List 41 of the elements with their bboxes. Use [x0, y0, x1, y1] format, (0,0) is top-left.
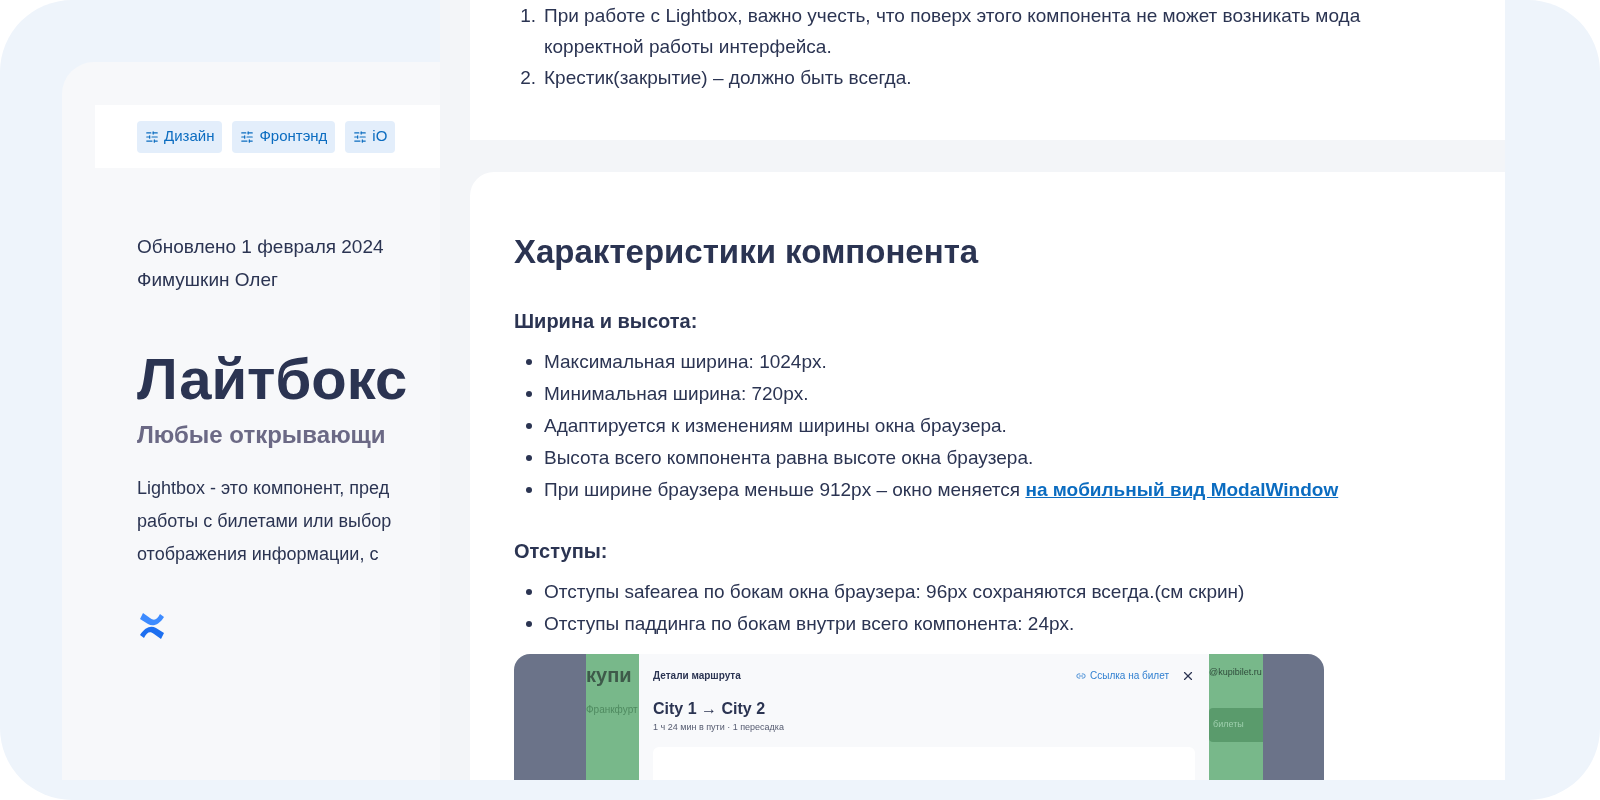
- bullet-text: Адаптируется к изменениям ширины окна браузера.: [544, 414, 1007, 438]
- sliders-icon: [145, 129, 159, 144]
- list-number: 1.: [519, 4, 536, 28]
- tag[interactable]: Фронтэнд: [232, 120, 336, 153]
- link-icon: [1076, 670, 1086, 681]
- page-subtitle: Любые открывающи: [137, 420, 387, 450]
- ticket-link[interactable]: Ссылка на билет: [1076, 668, 1169, 683]
- page-title: Лайтбокс: [137, 345, 409, 413]
- bullet-icon: [526, 589, 532, 595]
- sliders-icon: [353, 129, 368, 144]
- logo-text: купи: [586, 664, 633, 686]
- logo-icon: [137, 611, 167, 641]
- list-item-text: Крестик(закрытие) – должно быть всегда.: [544, 66, 912, 90]
- bullet-text: Отступы паддинга по бокам внутри всего компонента: 24px.: [544, 612, 1075, 636]
- bullet-text: Высота всего компонента равна высоте окна браузера.: [544, 446, 1034, 470]
- section-heading: Отступы:: [514, 539, 609, 564]
- list-item-text: При работе с Lightbox, важно учесть, что поверх этого компонента не может возникать мода корректной работы интерфейса.: [544, 4, 1361, 59]
- bullet-icon: [526, 359, 532, 365]
- author-name: Фимушкин Олег: [137, 268, 279, 292]
- section-title: Характеристики компонента: [514, 232, 980, 272]
- bullet-icon: [526, 455, 532, 461]
- updated-date: Обновлено 1 февраля 2024: [137, 235, 385, 259]
- route-details: 1 ч 24 мин в пути · 1 пересадка: [653, 721, 785, 734]
- bullet-text: При ширине браузера меньше 912px – окно меняется на мобильный вид ModalWindow: [544, 478, 1339, 502]
- tag[interactable]: iO: [345, 120, 396, 153]
- sliders-icon: [240, 129, 255, 144]
- bullet-icon: [526, 621, 532, 627]
- route-title: City 1 → City 2: [653, 699, 767, 719]
- bullet-icon: [526, 391, 532, 397]
- bullet-text: Максимальная ширина: 1024px.: [544, 350, 827, 374]
- email-text: @kupibilet.ru: [1209, 666, 1263, 679]
- description-text: Lightbox - это компонент, пред работы с билетами или выбор отображения информации, с: [137, 477, 393, 566]
- bullet-icon: [526, 423, 532, 429]
- modal-title: Детали маршрута: [653, 669, 741, 683]
- section-heading: Ширина и высота:: [514, 309, 699, 334]
- bullet-text: Минимальная ширина: 720px.: [544, 382, 809, 406]
- bullet-icon: [526, 487, 532, 493]
- bullet-text: Отступы safearea по бокам окна браузера: 96px сохраняются всегда.(см скрин): [544, 580, 1245, 604]
- link[interactable]: на мобильный вид ModalWindow: [1025, 479, 1339, 500]
- list-number: 2.: [519, 66, 536, 90]
- tag[interactable]: Дизайн: [137, 120, 223, 153]
